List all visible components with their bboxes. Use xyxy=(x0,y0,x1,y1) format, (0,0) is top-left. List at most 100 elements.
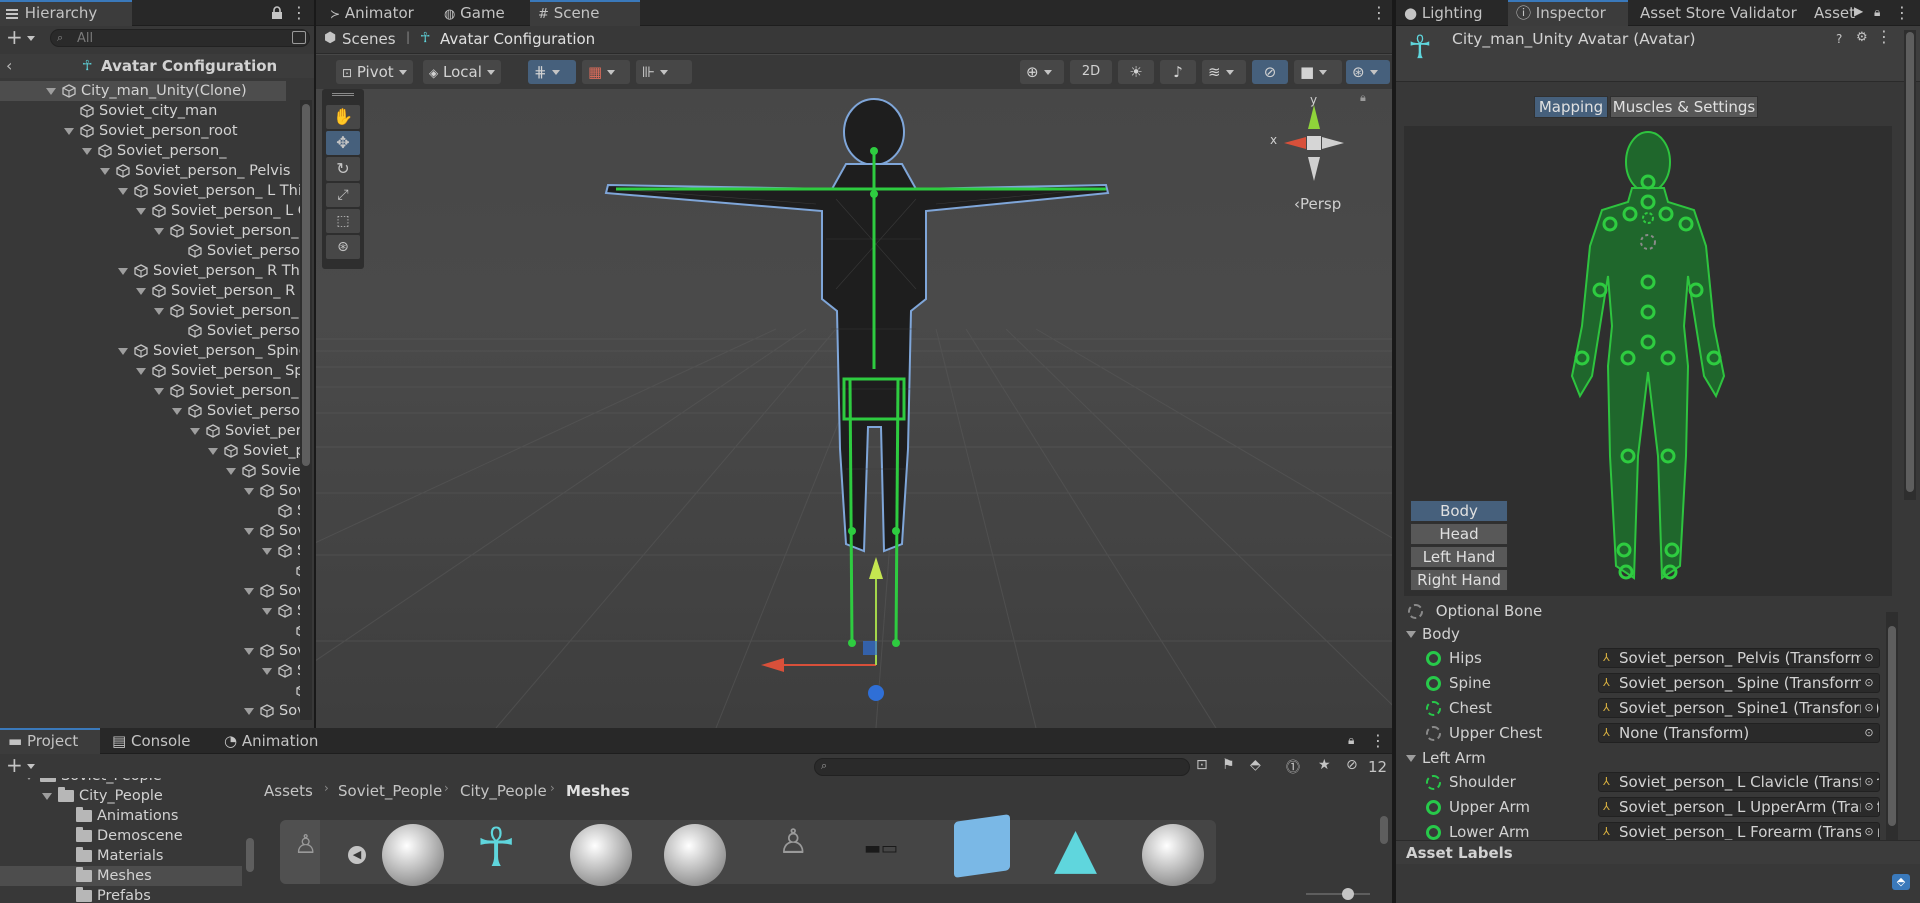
breadcrumb-soviet-people[interactable]: Soviet_People xyxy=(338,782,442,800)
expand-arrow-icon[interactable] xyxy=(244,707,254,715)
expand-arrow-icon[interactable] xyxy=(1406,631,1416,638)
person-model-icon[interactable]: ♙ xyxy=(778,822,808,862)
warning-icon[interactable]: ⓵ xyxy=(1286,757,1300,777)
tab-animation[interactable]: ◔ Animation xyxy=(216,728,326,754)
lock-icon[interactable]: 🔒︎ xyxy=(1360,91,1366,105)
expand-arrow-icon[interactable] xyxy=(42,792,52,800)
more-options-icon[interactable]: ⋮ xyxy=(1894,4,1910,22)
rect-tool-button[interactable]: ⬚ xyxy=(326,209,360,233)
scale-tool-button[interactable]: ⤢ xyxy=(326,183,360,207)
hierarchy-row[interactable]: Soviet_person_ L Forearm xyxy=(0,441,300,461)
tab-console[interactable]: ▤ Console xyxy=(104,728,199,754)
body-part-right-hand[interactable]: Right Hand xyxy=(1410,569,1508,591)
inspector-scrollbar[interactable] xyxy=(1904,30,1916,500)
asset-grid-scrollbar[interactable] xyxy=(1380,808,1388,872)
expand-arrow-icon[interactable] xyxy=(244,487,254,495)
expand-arrow-icon[interactable] xyxy=(262,607,272,615)
project-folder-row[interactable]: Meshes xyxy=(0,866,242,886)
scrollbar-thumb[interactable] xyxy=(1380,816,1388,844)
project-folder-row[interactable]: Animations xyxy=(0,806,242,826)
draw-mode-button[interactable]: ⊕ xyxy=(1020,60,1064,84)
more-options-icon[interactable]: ⋮ xyxy=(1876,28,1892,46)
transform-field[interactable]: ⅄ Soviet_person_ Pelvis (Transform) ⊙ xyxy=(1598,648,1880,668)
expand-arrow-icon[interactable] xyxy=(118,267,128,275)
hierarchy-row[interactable]: Soviet_person_ R Calf xyxy=(0,281,300,301)
transform-field[interactable]: ⅄ None (Transform) ⊙ xyxy=(1598,723,1880,743)
add-icon[interactable]: + xyxy=(6,26,23,48)
asset-thumb-sphere[interactable] xyxy=(570,824,632,886)
hierarchy-row[interactable]: Soviet_city_man xyxy=(0,101,286,121)
expand-arrow-icon[interactable] xyxy=(172,407,182,415)
hierarchy-row[interactable]: Soviet_person_ Spine xyxy=(0,341,300,361)
expand-arrow-icon[interactable] xyxy=(82,147,92,155)
project-folder-row[interactable]: Demoscene xyxy=(0,826,242,846)
object-picker-icon[interactable]: ⊙ xyxy=(1861,725,1877,741)
expand-arrow-icon[interactable] xyxy=(1406,755,1416,762)
hierarchy-row[interactable]: Soviet_person_ L Finger2 xyxy=(0,581,300,601)
expand-arrow-icon[interactable] xyxy=(24,778,34,780)
hierarchy-row[interactable]: Soviet_person_ Pelvis xyxy=(0,161,290,181)
tab-inspector[interactable]: ⓘ Inspector xyxy=(1508,0,1628,26)
project-search-input[interactable]: ⌕ xyxy=(814,758,1190,776)
tab-game[interactable]: ◍ Game xyxy=(436,0,513,26)
project-folder-row[interactable]: Prefabs xyxy=(0,886,242,903)
hierarchy-row[interactable]: Soviet_person_ L Toe0 xyxy=(0,241,300,261)
hierarchy-row[interactable]: Soviet_person_ L Finger32 xyxy=(0,681,300,701)
hierarchy-row[interactable]: Soviet_person_ L Calf xyxy=(0,201,300,221)
lock-icon[interactable] xyxy=(271,6,283,23)
weapon-model-icon[interactable]: ▬▭ xyxy=(864,838,898,859)
asset-thumb-sphere[interactable] xyxy=(382,824,444,886)
2d-toggle[interactable]: 2D xyxy=(1070,60,1112,84)
expand-arrow-icon[interactable] xyxy=(154,307,164,315)
expand-arrow-icon[interactable] xyxy=(244,527,254,535)
tab-lighting[interactable]: ● Lighting xyxy=(1396,0,1491,26)
grid-snap-button[interactable]: ⋕ xyxy=(528,60,576,84)
hierarchy-row[interactable]: Soviet_person_ R Toe0 xyxy=(0,321,300,341)
increment-snap-button[interactable]: ⊪ xyxy=(636,60,692,84)
pivot-dropdown[interactable]: ⊡ Pivot xyxy=(336,60,413,84)
scrollbar-thumb[interactable] xyxy=(1906,32,1914,492)
hierarchy-scrollbar[interactable] xyxy=(300,100,312,720)
move-tool-button[interactable]: ✥ xyxy=(326,131,360,155)
prefab-box-icon[interactable] xyxy=(954,814,1010,878)
expand-arrow-icon[interactable] xyxy=(136,207,146,215)
effects-dropdown[interactable]: ≋ xyxy=(1202,60,1246,84)
hierarchy-row[interactable]: Soviet_person_ L Finger1 xyxy=(0,521,300,541)
transform-field[interactable]: ⅄ Soviet_person_ L Clavicle (Transform) ⊙ xyxy=(1598,772,1880,792)
hierarchy-row[interactable]: Soviet_person_ L Finger12 xyxy=(0,561,300,581)
project-tree-scrollbar[interactable] xyxy=(244,784,256,899)
expand-arrow-icon[interactable] xyxy=(100,167,110,175)
expand-arrow-icon[interactable] xyxy=(208,447,218,455)
expand-arrow-icon[interactable] xyxy=(262,547,272,555)
expand-arrow-icon[interactable] xyxy=(190,427,200,435)
body-part-body[interactable]: Body xyxy=(1410,500,1508,522)
avatar-mapping-view[interactable]: Body Head Left Hand Right Hand xyxy=(1404,126,1892,596)
hierarchy-row[interactable]: Soviet_person_ L Finger31 xyxy=(0,661,300,681)
search-by-label-icon[interactable]: ⚑ xyxy=(1222,757,1235,773)
gizmos-dropdown[interactable]: ⊛ xyxy=(1346,60,1390,84)
expand-arrow-icon[interactable] xyxy=(64,127,74,135)
hierarchy-row[interactable]: Soviet_person_ Spine1 xyxy=(0,361,300,381)
hierarchy-row[interactable]: Soviet_person_ L Hand xyxy=(0,461,300,481)
bone-group-header[interactable]: Body xyxy=(1406,622,1882,646)
body-part-head[interactable]: Head xyxy=(1410,523,1508,545)
hierarchy-row[interactable]: Soviet_person_ L Finger01 xyxy=(0,501,300,521)
tab-animator[interactable]: ≻ Animator xyxy=(322,0,422,26)
hierarchy-row[interactable]: Soviet_person_ L Finger4 xyxy=(0,701,300,721)
expand-arrow-icon[interactable] xyxy=(118,187,128,195)
persp-toggle[interactable]: ‹Persp xyxy=(1294,195,1341,213)
breadcrumb-assets[interactable]: Assets xyxy=(264,782,313,800)
search-options-icon[interactable] xyxy=(292,31,306,44)
transform-field[interactable]: ⅄ Soviet_person_ Spine1 (Transform) ⊙ xyxy=(1598,698,1880,718)
expand-arrow-icon[interactable] xyxy=(136,367,146,375)
hierarchy-row[interactable]: Soviet_person_ L Finger22 xyxy=(0,621,300,641)
hierarchy-row[interactable]: City_man_Unity(Clone) xyxy=(0,81,286,101)
expand-arrow-icon[interactable] xyxy=(154,227,164,235)
hierarchy-row[interactable]: Soviet_person_ L Finger3 xyxy=(0,641,300,661)
local-dropdown[interactable]: ◈ Local xyxy=(423,60,501,84)
breadcrumb-city-people[interactable]: City_People xyxy=(460,782,547,800)
slider-thumb[interactable] xyxy=(1342,888,1354,900)
object-picker-icon[interactable]: ⊙ xyxy=(1861,824,1877,840)
palette-grip[interactable] xyxy=(332,93,354,96)
hierarchy-row[interactable]: Soviet_person_ L Finger11 xyxy=(0,541,300,561)
